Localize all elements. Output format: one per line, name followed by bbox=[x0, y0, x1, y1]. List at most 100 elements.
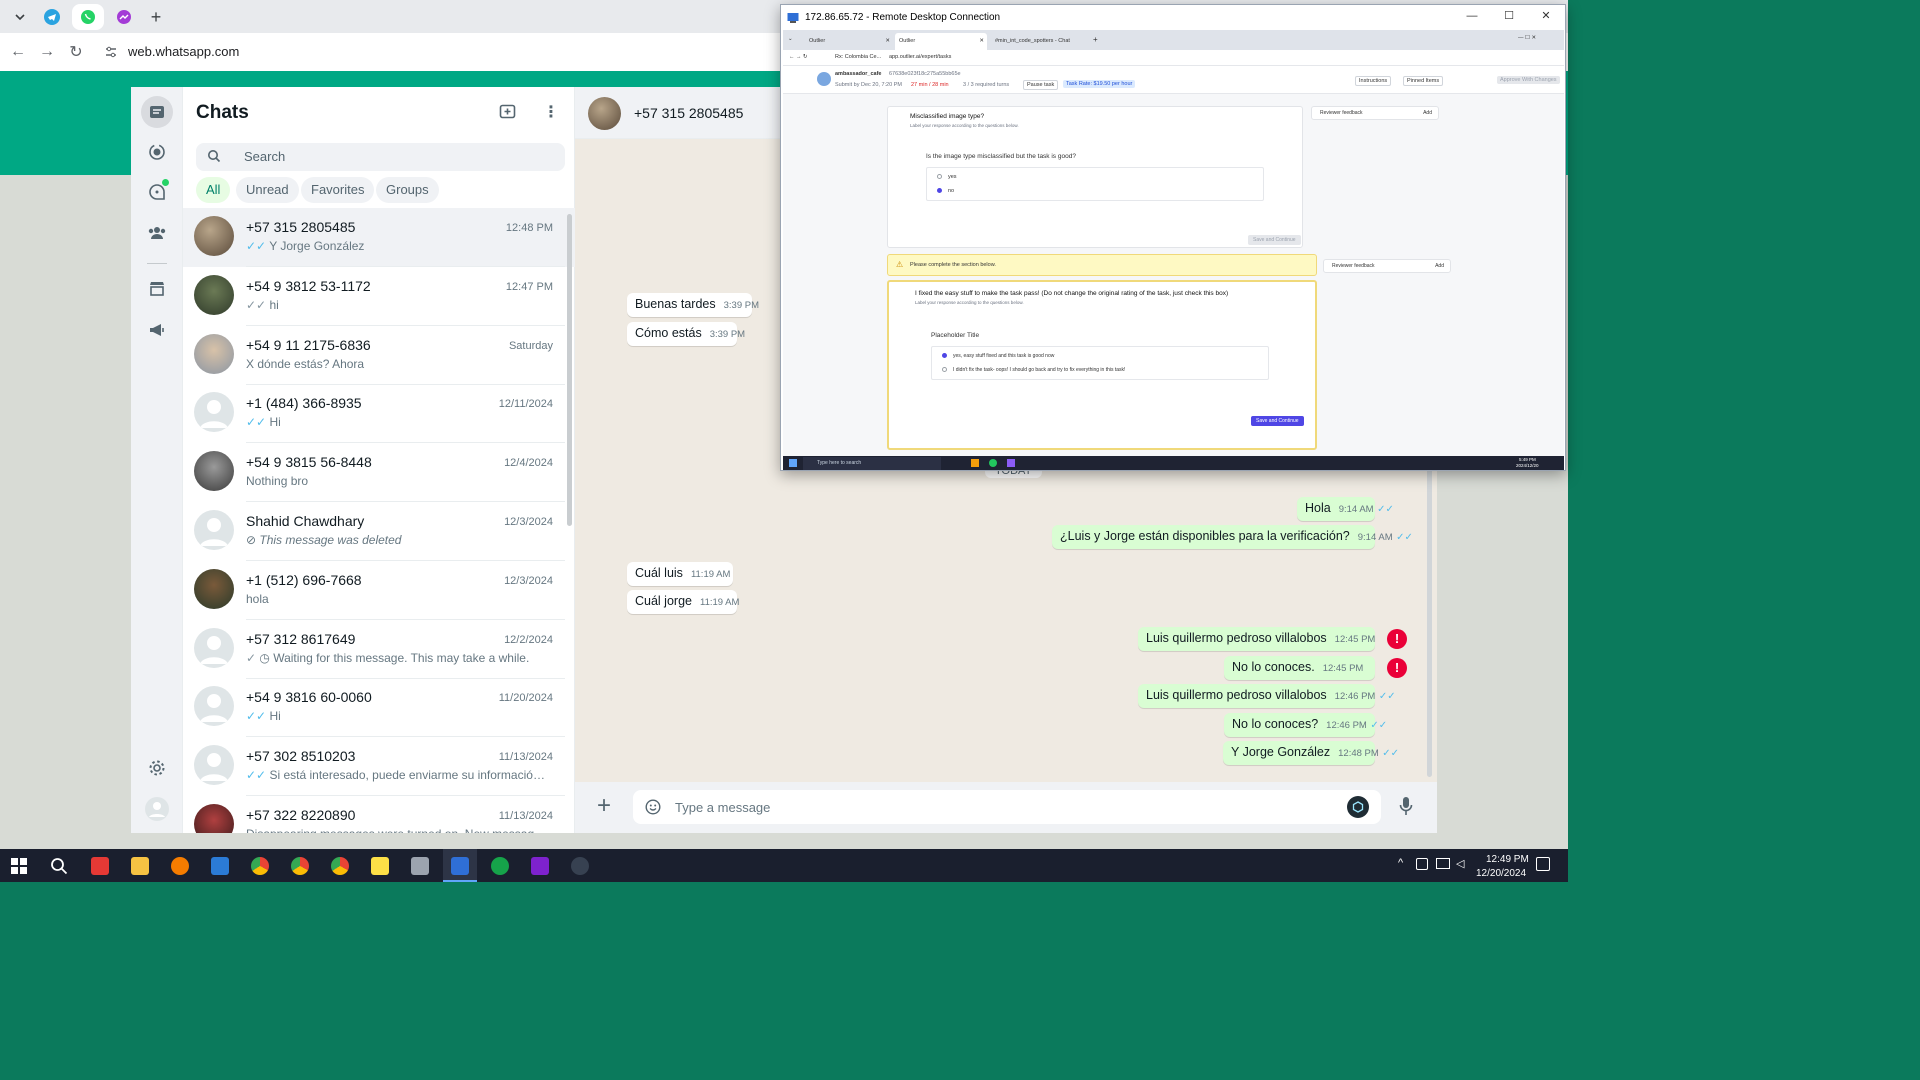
chrome-profile-3-icon[interactable] bbox=[331, 857, 349, 875]
remote-nav-icons[interactable]: ← → ↻ bbox=[789, 54, 808, 60]
attach-icon[interactable]: + bbox=[597, 794, 611, 818]
remote-url[interactable]: app.outlier.ai/expert/tasks bbox=[889, 54, 951, 60]
anydesk-icon[interactable] bbox=[91, 857, 109, 875]
chrome-icon[interactable] bbox=[251, 857, 269, 875]
section1-save-button[interactable]: Save and Continue bbox=[1248, 235, 1301, 245]
tray-chevron-icon[interactable]: ^ bbox=[1398, 857, 1403, 869]
chat-row[interactable]: +54 9 3815 56-8448 12/4/2024 Nothing bro bbox=[183, 443, 575, 503]
minimize-icon[interactable]: — bbox=[1465, 9, 1479, 23]
incoming-message[interactable]: Cómo estás 3:39 PM bbox=[627, 322, 745, 346]
filter-groups[interactable]: Groups bbox=[376, 177, 439, 203]
chat-row[interactable]: +57 315 2805485 12:48 PM ✓✓ Y Jorge Gonzál… bbox=[183, 208, 575, 267]
outgoing-message[interactable]: No lo conoces? 12:46 PM ✓✓ bbox=[1224, 713, 1387, 737]
chat-row[interactable]: +57 312 8617649 12/2/2024 ✓ ◷ Waiting for … bbox=[183, 620, 575, 679]
emoji-icon[interactable] bbox=[645, 799, 661, 820]
chat-row[interactable]: +54 9 3812 53-1172 12:47 PM ✓✓ hi bbox=[183, 267, 575, 326]
remote-tab-1[interactable]: Outlier ✕ bbox=[805, 33, 893, 50]
remote-bookmark[interactable]: Rx: Colombia Ce... bbox=[835, 54, 881, 60]
new-tab-button[interactable]: + bbox=[140, 4, 172, 30]
remote-tab-dropdown-icon[interactable]: ⌄ bbox=[788, 36, 793, 42]
menu-icon[interactable]: ⋮ bbox=[541, 102, 561, 124]
search-input[interactable]: Search bbox=[196, 143, 565, 171]
search-app-icon[interactable] bbox=[171, 857, 189, 875]
section2-save-button[interactable]: Save and Continue bbox=[1251, 416, 1304, 426]
remote-address-bar[interactable]: ← → ↻ Rx: Colombia Ce... app.outlier.ai/… bbox=[783, 50, 1564, 66]
rdp-title-bar[interactable]: 172.86.65.72 - Remote Desktop Connection… bbox=[781, 5, 1565, 30]
status-nav-icon[interactable] bbox=[141, 136, 173, 168]
tab-search-dropdown-icon[interactable] bbox=[4, 4, 36, 30]
tray-device-icon[interactable] bbox=[1416, 858, 1428, 870]
chat-row[interactable]: +54 9 11 2175-6836 Saturday X dónde estás?… bbox=[183, 326, 575, 385]
close-icon[interactable]: ✕ bbox=[1539, 9, 1553, 23]
incoming-message[interactable]: Cuál luis 11:19 AM bbox=[627, 562, 733, 586]
chat-list-scrollbar[interactable] bbox=[567, 214, 572, 526]
reload-icon[interactable]: ↻ bbox=[65, 41, 87, 63]
filter-all[interactable]: All bbox=[196, 177, 231, 203]
advertise-icon[interactable] bbox=[141, 314, 173, 346]
chat-row[interactable]: +57 302 8510203 11/13/2024 ✓✓ Si está inte… bbox=[183, 737, 575, 797]
outgoing-message[interactable]: ¿Luis y Jorge están disponibles para la … bbox=[1052, 525, 1413, 549]
chat-row[interactable]: +1 (512) 696-7668 12/3/2024 hola bbox=[183, 561, 575, 620]
remote-window-controls[interactable]: — ☐ ✕ bbox=[1518, 35, 1536, 41]
channels-nav-icon[interactable] bbox=[141, 176, 173, 208]
messenger-tab[interactable] bbox=[108, 4, 140, 30]
maximize-icon[interactable]: ☐ bbox=[1502, 9, 1516, 23]
message-input[interactable]: Type a message bbox=[633, 790, 1381, 824]
outgoing-message[interactable]: Luis quillermo pedroso villalobos 12:46 P… bbox=[1138, 684, 1396, 708]
remote-tab-2-close-icon[interactable]: ✕ bbox=[979, 38, 984, 44]
filter-favorites[interactable]: Favorites bbox=[301, 177, 375, 203]
profile-avatar[interactable] bbox=[141, 793, 173, 825]
outgoing-message[interactable]: Luis quillermo pedroso villalobos 12:45 P… bbox=[1138, 627, 1375, 651]
chat-row[interactable]: Shahid Chawdhary 12/3/2024 ⊘ This message … bbox=[183, 502, 575, 561]
whatsapp-tab[interactable] bbox=[72, 4, 104, 30]
option-not-fixed[interactable]: I didn't fix the task- oops! I should go… bbox=[942, 367, 1125, 373]
settings-icon[interactable] bbox=[141, 752, 173, 784]
outgoing-message[interactable]: Y Jorge González 12:48 PM ✓✓ bbox=[1223, 741, 1399, 765]
volume-icon[interactable]: ◁ bbox=[1456, 857, 1464, 870]
incoming-message[interactable]: Buenas tardes 3:39 PM bbox=[627, 293, 759, 317]
xbox-icon[interactable] bbox=[491, 857, 509, 875]
notifications-icon[interactable] bbox=[1536, 857, 1550, 871]
radio-yes[interactable] bbox=[937, 174, 942, 180]
remote-tab-3[interactable]: #min_int_code_spotters - Chat bbox=[991, 33, 1089, 50]
option-fixed[interactable]: yes, easy stuff fixed and this task is g… bbox=[942, 353, 1054, 359]
remote-app-icon[interactable] bbox=[1007, 459, 1015, 467]
remote-explorer-icon[interactable] bbox=[971, 459, 979, 467]
outgoing-message[interactable]: Hola 9:14 AM ✓✓ bbox=[1297, 497, 1394, 521]
vscode-icon[interactable] bbox=[211, 857, 229, 875]
windows-start-icon[interactable] bbox=[11, 858, 27, 879]
clock-date[interactable]: 12/20/2024 bbox=[1476, 868, 1526, 879]
chat-row[interactable]: +1 (484) 366-8935 12/11/2024 ✓✓ Hi bbox=[183, 384, 575, 444]
remote-tab-2[interactable]: Outlier ✕ bbox=[895, 33, 987, 50]
remote-tab-1-close-icon[interactable]: ✕ bbox=[885, 38, 890, 44]
chats-nav-icon[interactable] bbox=[141, 96, 173, 128]
contact-name[interactable]: +57 315 2805485 bbox=[634, 105, 743, 121]
site-info-icon[interactable] bbox=[100, 41, 122, 63]
filter-unread[interactable]: Unread bbox=[236, 177, 299, 203]
back-icon[interactable]: ← bbox=[7, 41, 29, 63]
approve-button[interactable]: Approve With Changes bbox=[1497, 76, 1560, 84]
remote-screen[interactable]: ⌄ Outlier ✕ Outlier ✕ #min_int_code_spotte… bbox=[783, 30, 1564, 470]
chrome-profile-2-icon[interactable] bbox=[291, 857, 309, 875]
meta-ai-icon[interactable] bbox=[1347, 796, 1369, 818]
business-tools-icon[interactable] bbox=[141, 272, 173, 304]
forward-icon[interactable]: → bbox=[36, 41, 58, 63]
remote-chrome-icon[interactable] bbox=[989, 459, 997, 467]
app-icon[interactable] bbox=[411, 857, 429, 875]
clock-time[interactable]: 12:49 PM bbox=[1486, 854, 1529, 865]
incoming-message[interactable]: Cuál jorge 11:19 AM bbox=[627, 590, 739, 614]
option-yes[interactable]: yes bbox=[937, 174, 957, 180]
communities-nav-icon[interactable] bbox=[141, 217, 173, 249]
chat-row[interactable]: +57 322 8220890 11/13/2024 Disappearing me… bbox=[183, 796, 575, 833]
contact-avatar[interactable] bbox=[588, 97, 621, 130]
remote-new-tab-icon[interactable]: + bbox=[1093, 35, 1098, 44]
outgoing-message[interactable]: No lo conoces. 12:45 PM bbox=[1224, 656, 1375, 680]
radio-not-fixed[interactable] bbox=[942, 367, 947, 373]
onenote-icon[interactable] bbox=[531, 857, 549, 875]
sticky-notes-icon[interactable] bbox=[371, 857, 389, 875]
file-explorer-icon[interactable] bbox=[131, 857, 149, 875]
option-no[interactable]: no bbox=[937, 188, 954, 194]
rdp-taskbar-button[interactable] bbox=[443, 849, 477, 882]
microphone-icon[interactable] bbox=[1399, 796, 1413, 821]
pause-task-button[interactable]: Pause task bbox=[1023, 80, 1059, 90]
